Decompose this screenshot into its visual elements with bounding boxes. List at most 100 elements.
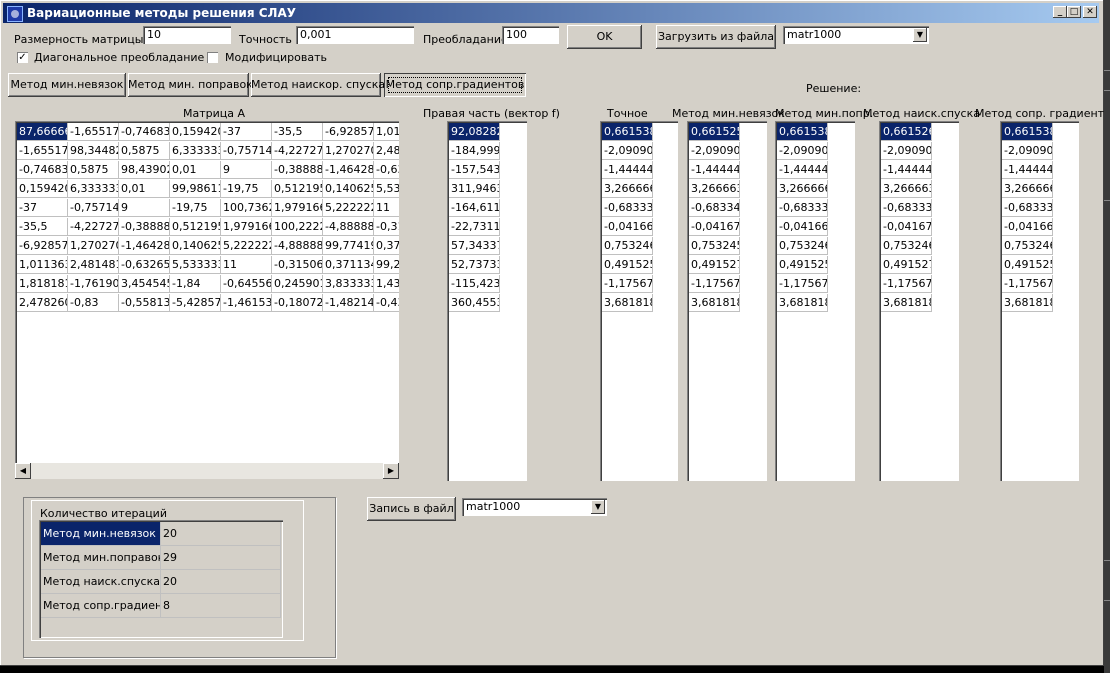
matrix-cell[interactable]: -0,63 xyxy=(374,161,399,179)
matrix-cell[interactable]: 5,222222 xyxy=(323,199,374,217)
matrix-cell[interactable]: -1,464285 xyxy=(323,161,374,179)
solution-cell[interactable]: -2,090909 xyxy=(689,142,740,160)
scroll-left-icon[interactable]: ◀ xyxy=(15,463,31,479)
dominance-input[interactable]: 100 xyxy=(502,26,559,44)
matrix-cell[interactable]: -37 xyxy=(17,199,68,217)
method-steepest-descent-button[interactable]: Метод наискор. спуска xyxy=(251,73,385,97)
matrix-cell[interactable]: -0,558139 xyxy=(119,294,170,312)
method-min-residual-button[interactable]: Метод мин.невязок xyxy=(8,73,126,97)
matrix-cell[interactable]: 3,454545 xyxy=(119,275,170,293)
matrix-cell[interactable]: -0,388888 xyxy=(119,218,170,236)
solution-cell[interactable]: -2,090909 xyxy=(881,142,932,160)
solution-cell[interactable]: 3,266663 xyxy=(881,180,932,198)
iterations-count-cell[interactable]: 29 xyxy=(161,546,281,570)
matrix-cell[interactable]: -1,84 xyxy=(170,275,221,293)
solution-cell[interactable]: 0,491527 xyxy=(689,256,740,274)
matrix-cell[interactable]: -4,227272 xyxy=(272,142,323,160)
matrix-cell[interactable]: 98,439024 xyxy=(119,161,170,179)
matrix-cell[interactable]: 100,73626 xyxy=(221,199,272,217)
matrix-cell[interactable]: 100,22222 xyxy=(272,218,323,236)
chevron-down-icon[interactable]: ▼ xyxy=(591,500,605,514)
iterations-count-cell[interactable]: 8 xyxy=(161,594,281,618)
solution-cell[interactable]: 3,681818 xyxy=(602,294,653,312)
solution-cell[interactable]: -1,444444 xyxy=(602,161,653,179)
solution-cell[interactable]: -1,175675 xyxy=(881,275,932,293)
solution-cell[interactable]: 0,753246 xyxy=(777,237,828,255)
matrix-cell[interactable]: -0,757142 xyxy=(221,142,272,160)
solution-cell[interactable]: 0,661526 xyxy=(881,123,932,141)
steepest-descent-solution-grid[interactable]: 0,661526-2,090909-1,4444433,266663-0,683… xyxy=(879,121,959,481)
matrix-cell[interactable]: -1,655172 xyxy=(68,123,119,141)
matrix-cell[interactable]: 1,011363 xyxy=(17,256,68,274)
matrix-cell[interactable]: 11 xyxy=(374,199,399,217)
matrix-cell[interactable]: -0,43 xyxy=(374,294,399,312)
matrix-cell[interactable]: -0,746835 xyxy=(119,123,170,141)
matrix-cell[interactable]: -19,75 xyxy=(221,180,272,198)
matrix-cell[interactable]: 1,979166 xyxy=(272,199,323,217)
minimize-icon[interactable]: _ xyxy=(1053,6,1067,18)
solution-cell[interactable]: 3,266666 xyxy=(602,180,653,198)
iterations-count-cell[interactable]: 20 xyxy=(161,522,281,546)
matrix-cell[interactable]: 0,5875 xyxy=(68,161,119,179)
rhs-grid[interactable]: 92,082822-184,9992-157,5436311,9463-164,… xyxy=(447,121,527,481)
solution-cell[interactable]: 0,661538 xyxy=(777,123,828,141)
solution-cell[interactable]: 0,753246 xyxy=(881,237,932,255)
matrix-cell[interactable]: 0,140625 xyxy=(170,237,221,255)
matrix-cell[interactable]: 2,481481 xyxy=(68,256,119,274)
solution-cell[interactable]: -0,041666 xyxy=(1002,218,1053,236)
rhs-cell[interactable]: 57,343375 xyxy=(449,237,500,255)
close-icon[interactable]: ✕ xyxy=(1083,6,1097,18)
matrix-cell[interactable]: -0,632653 xyxy=(119,256,170,274)
solution-cell[interactable]: -2,090909 xyxy=(1002,142,1053,160)
solution-cell[interactable]: -0,041666 xyxy=(777,218,828,236)
matrix-cell[interactable]: -1,761904 xyxy=(68,275,119,293)
matrix-cell[interactable]: -35,5 xyxy=(17,218,68,236)
matrix-cell[interactable]: -1,464285 xyxy=(119,237,170,255)
accuracy-input[interactable]: 0,001 xyxy=(296,26,414,44)
solution-cell[interactable]: 3,681818 xyxy=(777,294,828,312)
solution-cell[interactable]: -0,041666 xyxy=(602,218,653,236)
rhs-cell[interactable]: -164,6111 xyxy=(449,199,500,217)
solution-cell[interactable]: -0,683338 xyxy=(881,199,932,217)
solution-cell[interactable]: 0,661538 xyxy=(1002,123,1053,141)
solution-cell[interactable]: 0,661525 xyxy=(689,123,740,141)
solution-cell[interactable]: -1,175675 xyxy=(1002,275,1053,293)
matrix-cell[interactable]: -1,655172 xyxy=(17,142,68,160)
matrix-cell[interactable]: -0,645569 xyxy=(221,275,272,293)
method-min-correction-button[interactable]: Метод мин. поправок xyxy=(128,73,253,97)
rhs-cell[interactable]: 52,73733 xyxy=(449,256,500,274)
iterations-method-cell[interactable]: Метод мин.поправок xyxy=(41,546,161,570)
matrix-cell[interactable]: 2,48 xyxy=(374,142,399,160)
matrix-cell[interactable]: 6,333333 xyxy=(170,142,221,160)
save-to-file-button[interactable]: Запись в файл xyxy=(367,497,456,521)
solution-cell[interactable]: -0,683340 xyxy=(689,199,740,217)
solution-cell[interactable]: -1,175675 xyxy=(689,275,740,293)
rhs-cell[interactable]: -22,73112 xyxy=(449,218,500,236)
solution-cell[interactable]: -0,041671 xyxy=(881,218,932,236)
diag-checkbox[interactable]: ✓ xyxy=(17,52,28,63)
solution-cell[interactable]: 0,491525 xyxy=(1002,256,1053,274)
rhs-cell[interactable]: -184,9992 xyxy=(449,142,500,160)
matrix-cell[interactable]: -0,180722 xyxy=(272,294,323,312)
solution-cell[interactable]: 3,266666 xyxy=(1002,180,1053,198)
solution-cell[interactable]: 3,266663 xyxy=(689,180,740,198)
matrix-cell[interactable]: 1,43 xyxy=(374,275,399,293)
matrix-cell[interactable]: -0,757142 xyxy=(68,199,119,217)
matrix-cell[interactable]: -37 xyxy=(221,123,272,141)
solution-cell[interactable]: 3,266666 xyxy=(777,180,828,198)
matrix-cell[interactable]: 99,774193 xyxy=(323,237,374,255)
solution-cell[interactable]: -1,175675 xyxy=(602,275,653,293)
rhs-cell[interactable]: 92,082822 xyxy=(449,123,500,141)
rhs-cell[interactable]: 360,4553 xyxy=(449,294,500,312)
solution-cell[interactable]: -2,090909 xyxy=(777,142,828,160)
solution-cell[interactable]: 0,753245 xyxy=(689,237,740,255)
save-file-select[interactable]: matr1000 ▼ xyxy=(462,498,607,516)
size-input[interactable]: 10 xyxy=(143,26,231,44)
matrix-cell[interactable]: -0,315068 xyxy=(272,256,323,274)
iterations-method-cell[interactable]: Метод мин.невязок xyxy=(41,522,161,546)
matrix-cell[interactable]: 6,333333 xyxy=(68,180,119,198)
solution-cell[interactable]: 0,491527 xyxy=(881,256,932,274)
min-correction-solution-grid[interactable]: 0,661538-2,090909-1,4444443,266666-0,683… xyxy=(775,121,855,481)
solution-cell[interactable]: -0,683333 xyxy=(602,199,653,217)
matrix-cell[interactable]: 1,01 xyxy=(374,123,399,141)
